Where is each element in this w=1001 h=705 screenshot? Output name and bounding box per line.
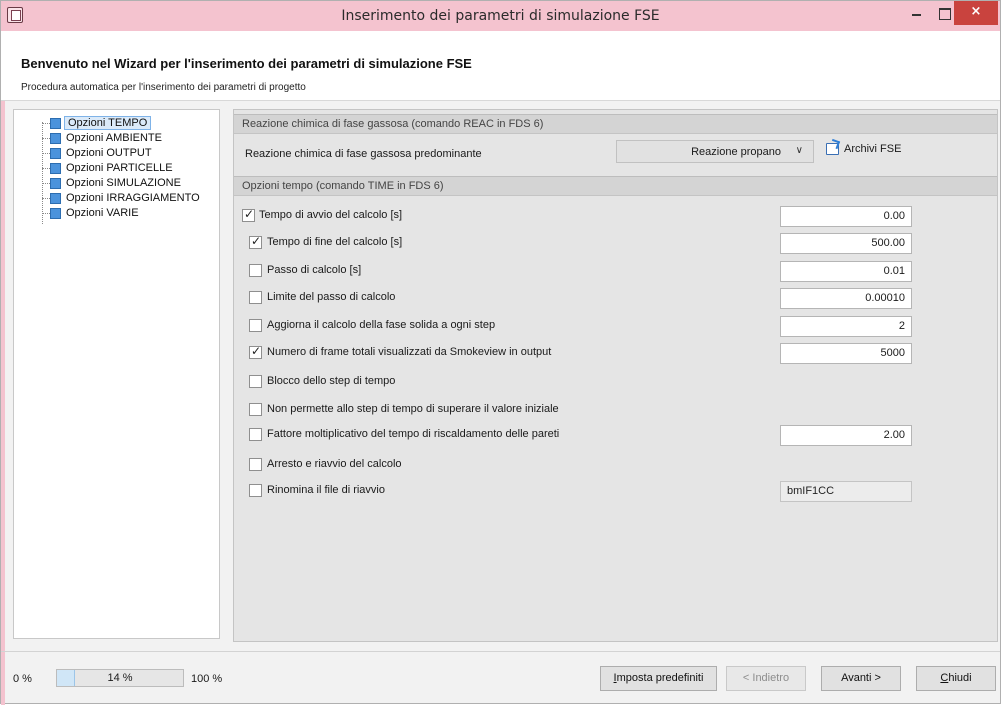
row-passo-calcolo: Passo di calcolo [s] 0.01 [234, 261, 997, 282]
tree-node-icon [50, 118, 61, 129]
row-label: Non permette allo step di tempo di super… [267, 403, 559, 415]
row-label: Blocco dello step di tempo [267, 375, 396, 387]
tree-item-output[interactable]: Opzioni OUTPUT [14, 146, 214, 161]
close-label: hiudi [948, 672, 972, 684]
tree-node-icon [50, 148, 61, 159]
back-button[interactable]: < Indietro [726, 666, 806, 691]
tree-item-simulazione[interactable]: Opzioni SIMULAZIONE [14, 176, 214, 191]
row-label: Fattore moltiplicativo del tempo di risc… [267, 428, 560, 440]
wizard-header: Benvenuto nel Wizard per l'inserimento d… [1, 31, 1000, 101]
row-label: Tempo di fine del calcolo [s] [267, 236, 403, 248]
tree-item-varie[interactable]: Opzioni VARIE [14, 206, 214, 221]
tree-item-label: Opzioni AMBIENTE [66, 132, 162, 144]
footer-divider [1, 651, 1000, 652]
row-blocco-step: Blocco dello step di tempo [234, 372, 997, 392]
row-tempo-fine: Tempo di fine del calcolo [s] 500.00 [234, 233, 997, 254]
tree-item-label: Opzioni IRRAGGIAMENTO [66, 192, 200, 204]
row-label: Passo di calcolo [s] [267, 264, 362, 276]
options-tree[interactable]: Opzioni TEMPO Opzioni AMBIENTE Opzioni O… [13, 109, 220, 639]
tree-item-label: Opzioni TEMPO [64, 116, 152, 130]
checkbox[interactable] [249, 291, 262, 304]
number-field[interactable]: 5000 [780, 343, 912, 364]
row-arresto-riavvio: Arresto e riavvio del calcolo [234, 455, 997, 475]
tree-item-label: Opzioni OUTPUT [66, 147, 152, 159]
wizard-window: Inserimento dei parametri di simulazione… [0, 0, 1001, 705]
number-field[interactable]: 0.00 [780, 206, 912, 227]
options-panel: Reazione chimica di fase gassosa (comand… [233, 109, 998, 642]
title-bar[interactable]: Inserimento dei parametri di simulazione… [1, 1, 1000, 31]
tree-item-ambiente[interactable]: Opzioni AMBIENTE [14, 131, 214, 146]
row-rinomina-file: Rinomina il file di riavvio bmIF1CC [234, 481, 997, 502]
row-label: Rinomina il file di riavvio [267, 484, 385, 496]
defaults-button[interactable]: Imposta predefiniti [600, 666, 717, 691]
tree-item-label: Opzioni VARIE [66, 207, 139, 219]
number-field[interactable]: 0.01 [780, 261, 912, 282]
page-title: Benvenuto nel Wizard per l'inserimento d… [21, 56, 472, 71]
checkbox[interactable] [249, 403, 262, 416]
archive-import-icon [826, 143, 839, 155]
chevron-down-icon: ∨ [795, 145, 803, 156]
row-tempo-avvio: Tempo di avvio del calcolo [s] 0.00 [234, 206, 997, 227]
archivi-fse-label: Archivi FSE [844, 143, 902, 155]
tree-item-label: Opzioni PARTICELLE [66, 162, 173, 174]
page-subtitle: Procedura automatica per l'inserimento d… [21, 82, 306, 93]
tree-item-particelle[interactable]: Opzioni PARTICELLE [14, 161, 214, 176]
row-limite-passo: Limite del passo di calcolo 0.00010 [234, 288, 997, 309]
checkbox[interactable] [249, 484, 262, 497]
progress-max-label: 100 % [191, 673, 223, 685]
tree-node-icon [50, 178, 61, 189]
tree-node-icon [50, 133, 61, 144]
reac-label: Reazione chimica di fase gassosa predomi… [245, 148, 482, 160]
close-window-button[interactable]: × [954, 1, 998, 25]
window-left-edge [1, 1, 5, 705]
tree-node-icon [50, 208, 61, 219]
tree-item-irraggiamento[interactable]: Opzioni IRRAGGIAMENTO [14, 191, 214, 206]
tree-item-tempo[interactable]: Opzioni TEMPO [14, 116, 214, 131]
checkbox[interactable] [249, 264, 262, 277]
time-group-header: Opzioni tempo (comando TIME in FDS 6) [234, 176, 997, 196]
checkbox[interactable] [249, 344, 262, 359]
tree-node-icon [50, 163, 61, 174]
window-title: Inserimento dei parametri di simulazione… [341, 8, 660, 24]
row-frame-smokeview: Numero di frame totali visualizzati da S… [234, 343, 997, 364]
restart-filename-field[interactable]: bmIF1CC [780, 481, 912, 502]
row-label: Aggiorna il calcolo della fase solida a … [267, 319, 496, 331]
number-field[interactable]: 2.00 [780, 425, 912, 446]
tree-item-label: Opzioni SIMULAZIONE [66, 177, 181, 189]
checkbox[interactable] [242, 207, 255, 222]
tree-node-icon [50, 193, 61, 204]
reaction-dropdown-value: Reazione propano [691, 146, 781, 158]
close-button[interactable]: Chiudi [916, 666, 996, 691]
checkbox[interactable] [249, 234, 262, 249]
reaction-dropdown[interactable]: Reazione propano ∨ [616, 140, 814, 163]
defaults-label: mposta predefiniti [616, 672, 704, 684]
checkbox[interactable] [249, 375, 262, 388]
row-label: Numero di frame totali visualizzati da S… [267, 346, 552, 358]
checkbox[interactable] [249, 319, 262, 332]
row-step-iniziale: Non permette allo step di tempo di super… [234, 400, 997, 420]
row-fase-solida: Aggiorna il calcolo della fase solida a … [234, 316, 997, 337]
checkbox[interactable] [249, 458, 262, 471]
reac-group-header: Reazione chimica di fase gassosa (comand… [234, 114, 997, 134]
row-label: Arresto e riavvio del calcolo [267, 458, 402, 470]
number-field[interactable]: 0.00010 [780, 288, 912, 309]
progress-min-label: 0 % [13, 673, 32, 685]
row-fattore-riscaldamento: Fattore moltiplicativo del tempo di risc… [234, 425, 997, 446]
row-label: Tempo di avvio del calcolo [s] [259, 209, 403, 221]
wizard-progress-bar: 14 % [56, 669, 184, 687]
next-button[interactable]: Avanti > [821, 666, 901, 691]
number-field[interactable]: 500.00 [780, 233, 912, 254]
checkbox[interactable] [249, 428, 262, 441]
progress-text: 14 % [107, 672, 133, 684]
number-field[interactable]: 2 [780, 316, 912, 337]
row-label: Limite del passo di calcolo [267, 291, 396, 303]
